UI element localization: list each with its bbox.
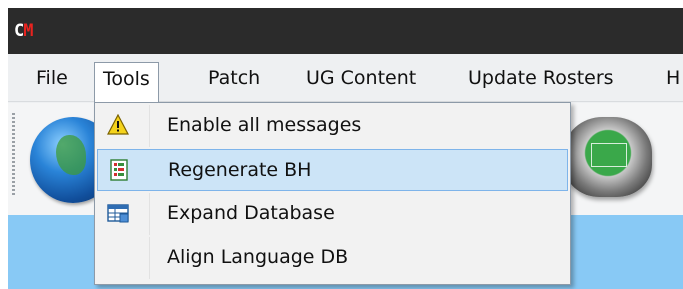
menu-icon-separator xyxy=(149,237,150,279)
menu-file[interactable]: File xyxy=(28,62,76,96)
menu-help[interactable]: H xyxy=(658,62,683,96)
app-logo: CM xyxy=(14,21,34,41)
menu-ug-content[interactable]: UG Content xyxy=(298,62,424,96)
menu-item-enable-all-messages[interactable]: Enable all messages xyxy=(97,105,568,147)
menu-icon-separator xyxy=(149,193,150,235)
menu-item-regenerate-bh[interactable]: Regenerate BH xyxy=(97,149,568,191)
menu-update-rosters[interactable]: Update Rosters xyxy=(460,62,622,96)
menu-item-label: Regenerate BH xyxy=(168,159,312,181)
stadium-icon[interactable] xyxy=(564,117,652,197)
menu-bar: File Tools Patch UG Content Update Roste… xyxy=(8,54,683,102)
menu-icon-separator xyxy=(149,105,150,147)
toolbar-grip[interactable] xyxy=(12,113,15,195)
app-window: CM File Tools Patch UG Content Update Ro… xyxy=(8,8,683,289)
menu-item-label: Align Language DB xyxy=(167,246,349,268)
menu-item-label: Enable all messages xyxy=(167,114,362,136)
database-table-icon xyxy=(107,204,129,223)
warning-icon xyxy=(107,114,129,135)
menu-patch[interactable]: Patch xyxy=(200,62,268,96)
title-bar: CM xyxy=(8,8,683,54)
menu-item-label: Expand Database xyxy=(167,202,335,224)
menu-tools[interactable]: Tools xyxy=(94,62,159,102)
tools-dropdown-menu: Enable all messages Regenerate BH Expand… xyxy=(94,102,571,285)
menu-item-expand-database[interactable]: Expand Database xyxy=(97,193,568,235)
menu-item-align-language-db[interactable]: Align Language DB xyxy=(97,237,568,279)
document-icon xyxy=(110,159,128,181)
